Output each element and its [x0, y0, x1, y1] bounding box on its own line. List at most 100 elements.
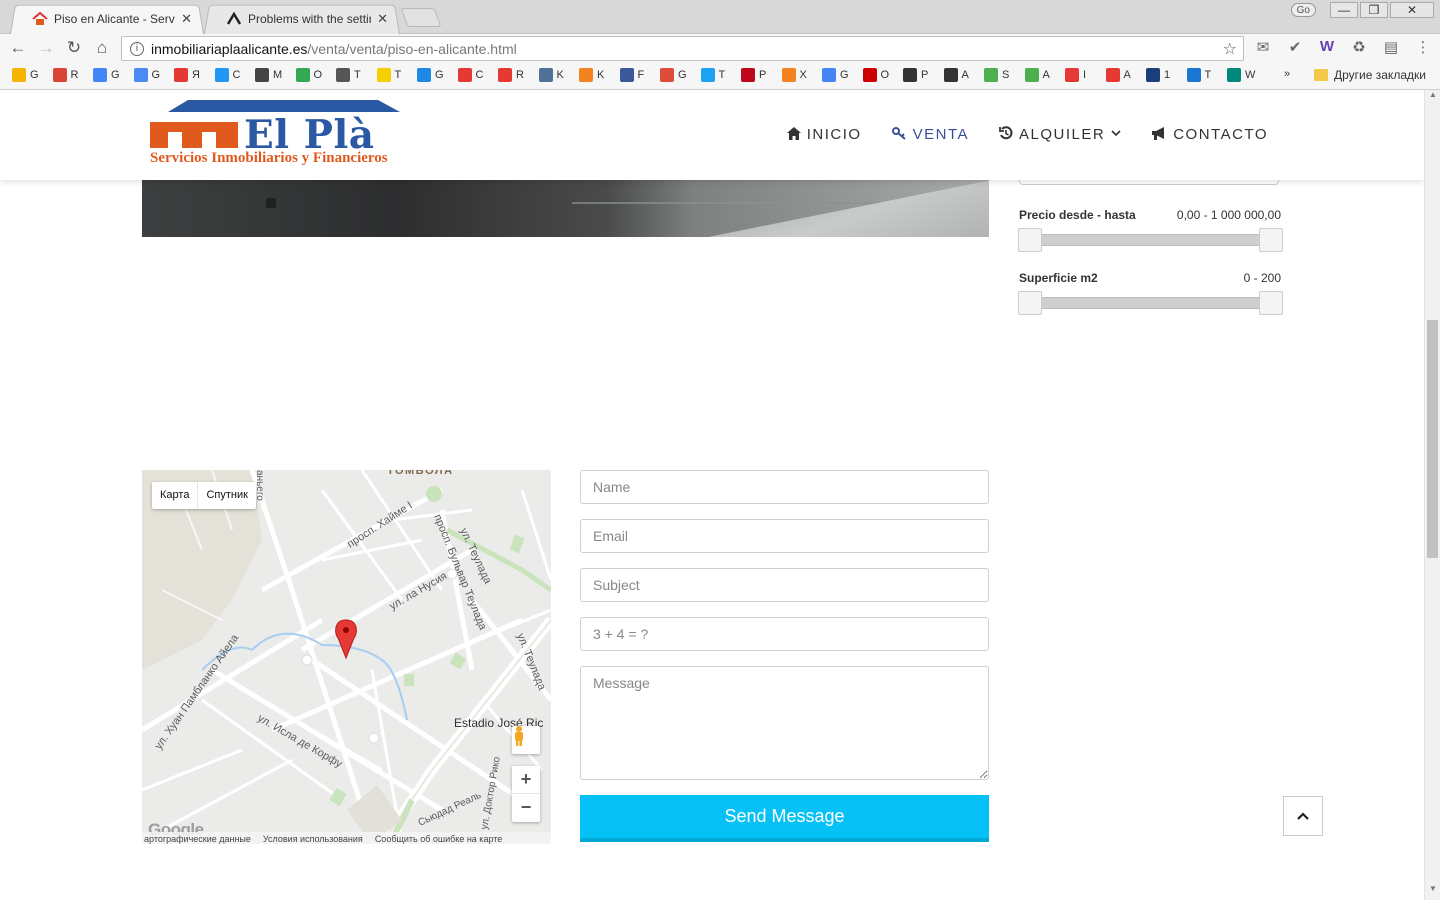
- pegman-icon[interactable]: [512, 726, 540, 754]
- back-arrow-icon[interactable]: ←: [7, 38, 29, 58]
- bookmark-item[interactable]: 1: [1146, 68, 1170, 82]
- nav-alquiler-label: ALQUILER: [1019, 126, 1106, 143]
- bookmark-item[interactable]: T: [700, 68, 725, 82]
- bookmark-item[interactable]: P: [903, 68, 928, 82]
- zoom-out-button[interactable]: −: [512, 794, 540, 822]
- subject-input[interactable]: [580, 568, 989, 602]
- bookmark-item[interactable]: G: [822, 68, 849, 82]
- tab-problems-settings[interactable]: Problems with the settings ✕: [204, 3, 400, 34]
- extensions-bar: ✉ ✔ W ♻ ▤ ⋮: [1252, 38, 1434, 56]
- email-input[interactable]: [580, 519, 989, 553]
- bookmark-item[interactable]: Я: [174, 68, 200, 82]
- bookmark-item[interactable]: T: [336, 68, 361, 82]
- info-icon[interactable]: i: [130, 41, 144, 56]
- price-range-slider[interactable]: [1018, 228, 1283, 252]
- close-window-icon[interactable]: ✕: [1390, 2, 1434, 18]
- check-extension-icon[interactable]: ✔: [1284, 38, 1306, 56]
- bookmark-item[interactable]: W: [1227, 68, 1255, 82]
- logo-house-icon: [150, 122, 238, 148]
- bookmark-item[interactable]: P: [741, 68, 766, 82]
- scroll-down-arrow-icon[interactable]: ▼: [1425, 884, 1440, 898]
- map-terms-link[interactable]: Условия использования: [263, 834, 363, 844]
- tab-close-icon[interactable]: ✕: [181, 11, 192, 27]
- tab-close-icon[interactable]: ✕: [377, 11, 388, 27]
- mail-extension-icon[interactable]: ✉: [1252, 38, 1274, 56]
- bookmark-item[interactable]: K: [579, 68, 604, 82]
- area-filter-label: Superficie m2: [1019, 271, 1098, 285]
- site-logo[interactable]: El Plà Servicios Inmobiliarios y Financi…: [148, 98, 408, 174]
- profile-badge[interactable]: Go: [1290, 3, 1316, 17]
- forward-arrow-icon[interactable]: →: [35, 38, 57, 58]
- bookmark-item[interactable]: G: [660, 68, 687, 82]
- minimize-icon[interactable]: —: [1330, 2, 1358, 18]
- bookmark-item[interactable]: K: [538, 68, 564, 82]
- bookmark-item[interactable]: O: [295, 68, 323, 82]
- bookmark-item[interactable]: S: [984, 68, 1009, 82]
- bookmark-item[interactable]: G: [12, 68, 39, 82]
- nav-venta[interactable]: VENTA: [891, 126, 969, 143]
- nav-contacto[interactable]: CONTACTO: [1151, 126, 1268, 143]
- other-bookmarks[interactable]: Другие закладки: [1314, 68, 1426, 82]
- bookmark-label: F: [637, 69, 645, 81]
- area-range-slider[interactable]: [1018, 291, 1283, 315]
- nav-inicio[interactable]: INICIO: [786, 126, 862, 143]
- tab-piso-en-alicante[interactable]: Piso en Alicante - Servicios Inmobiliari…: [10, 3, 204, 34]
- area-min-handle[interactable]: [1018, 291, 1042, 315]
- name-input[interactable]: [580, 470, 989, 504]
- send-message-button[interactable]: Send Message: [580, 795, 989, 842]
- reload-icon[interactable]: ↻: [63, 38, 85, 58]
- bookmark-item[interactable]: R: [52, 68, 78, 82]
- bookmark-item[interactable]: C: [457, 68, 483, 82]
- bookmark-item[interactable]: R: [498, 68, 524, 82]
- bookmark-item[interactable]: O: [862, 68, 889, 82]
- bookmark-item[interactable]: I: [1065, 68, 1086, 82]
- folder-icon: [1314, 69, 1328, 81]
- zoom-in-button[interactable]: +: [512, 766, 540, 794]
- bookmarks-more[interactable]: »: [1284, 68, 1290, 80]
- scroll-up-arrow-icon[interactable]: ▲: [1425, 90, 1440, 104]
- scroll-to-top-button[interactable]: [1283, 796, 1323, 836]
- bookmark-item[interactable]: C: [214, 68, 240, 82]
- price-max-handle[interactable]: [1259, 228, 1283, 252]
- area-max-handle[interactable]: [1259, 291, 1283, 315]
- bookmark-item[interactable]: M: [255, 68, 282, 82]
- nav-inicio-label: INICIO: [806, 126, 862, 143]
- restore-icon[interactable]: ❐: [1360, 2, 1388, 18]
- bookmark-star-icon[interactable]: ☆: [1223, 39, 1237, 59]
- map-footer: артографические данные Условия использов…: [142, 832, 551, 844]
- bookmark-item[interactable]: T: [376, 68, 401, 82]
- address-bar[interactable]: i inmobiliariaplaalicante.es/venta/venta…: [121, 36, 1244, 61]
- bookmark-favicon-icon: [1024, 68, 1039, 82]
- menu-dots-icon[interactable]: ⋮: [1412, 38, 1434, 56]
- nav-alquiler[interactable]: ALQUILER: [999, 126, 1121, 143]
- scrollbar-thumb[interactable]: [1427, 320, 1438, 558]
- map-report-link[interactable]: Сообщить об ошибке на карте: [375, 834, 502, 844]
- map-data-link[interactable]: артографические данные: [144, 834, 251, 844]
- price-min-handle[interactable]: [1018, 228, 1042, 252]
- bookmark-favicon-icon: [498, 68, 512, 82]
- map-type-map-button[interactable]: Карта: [152, 482, 199, 509]
- bookmark-item[interactable]: G: [133, 68, 160, 82]
- bookmark-item[interactable]: T: [1186, 68, 1211, 82]
- page-scrollbar[interactable]: ▲ ▼: [1424, 90, 1440, 900]
- bookmark-item[interactable]: F: [619, 68, 645, 82]
- recycle-extension-icon[interactable]: ♻: [1348, 38, 1370, 56]
- bookmark-item[interactable]: G: [93, 68, 120, 82]
- google-map[interactable]: ТОМБОЛА просп. Хайме I ул. Теулада просп…: [142, 470, 551, 844]
- bookmark-item[interactable]: X: [781, 68, 807, 82]
- bookmark-item[interactable]: A: [1024, 68, 1050, 82]
- bookmark-item[interactable]: G: [417, 68, 444, 82]
- house-favicon-icon: [32, 11, 48, 27]
- captcha-input[interactable]: [580, 617, 989, 651]
- w-extension-icon[interactable]: W: [1316, 38, 1338, 56]
- new-tab-button[interactable]: [400, 8, 442, 27]
- bookmark-item[interactable]: A: [1105, 68, 1131, 82]
- map-type-satellite-button[interactable]: Спутник: [198, 482, 255, 509]
- bookmark-label: O: [313, 69, 323, 81]
- message-textarea[interactable]: [580, 666, 989, 780]
- map-street-label: ТОМБОЛА: [387, 470, 454, 477]
- bookmark-item[interactable]: A: [943, 68, 969, 82]
- pdf-extension-icon[interactable]: ▤: [1380, 38, 1402, 56]
- home-icon[interactable]: ⌂: [91, 38, 113, 58]
- history-icon: [999, 126, 1013, 143]
